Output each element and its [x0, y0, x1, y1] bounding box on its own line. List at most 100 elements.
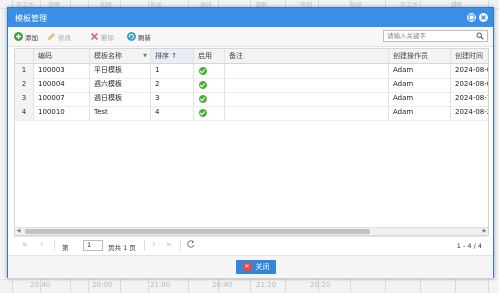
refresh-icon	[127, 32, 136, 41]
template-manager-dialog: 模板管理 添加 修改 删除 刷新 请输入关键字 编码 模板名称 ▼ 排序 ↑ 启…	[7, 7, 494, 278]
header-sort-label: 排序	[155, 52, 169, 60]
table-row[interactable]: 1 100003 平日模板 1 Adam 2024-08-02 09	[15, 64, 488, 79]
row-number: 3	[15, 92, 34, 106]
header-remark[interactable]: 备注	[225, 49, 389, 63]
row-number: 4	[15, 106, 34, 120]
cell-name: 平日模板	[90, 64, 151, 78]
cell-operator: Adam	[389, 106, 451, 120]
cell-operator: Adam	[389, 92, 451, 106]
first-page-icon[interactable]: «	[22, 240, 28, 250]
cell-name: 週日模板	[90, 92, 151, 106]
cell-operator: Adam	[389, 78, 451, 92]
header-code[interactable]: 编码	[34, 49, 90, 63]
cell-code: 100007	[34, 92, 90, 106]
table-header: 编码 模板名称 ▼ 排序 ↑ 启用 备注 创建操作员 创建时间	[15, 49, 488, 64]
cell-sort: 3	[151, 92, 194, 106]
cell-created-time: 2024-08-02 10	[451, 78, 488, 92]
header-operator[interactable]: 创建操作员	[389, 49, 451, 63]
reload-icon[interactable]	[186, 239, 196, 252]
enabled-check-icon	[199, 81, 207, 89]
horizontal-scrollbar[interactable]: ◀ ▶	[15, 227, 488, 235]
cell-sort: 2	[151, 78, 194, 92]
header-name-label: 模板名称	[94, 52, 122, 60]
table-row[interactable]: 2 100004 週六模板 2 Adam 2024-08-02 10	[15, 78, 488, 93]
cell-created-time: 2024-08-20 20	[451, 106, 488, 120]
add-button[interactable]: 添加	[14, 31, 38, 42]
delete-label: 删除	[101, 33, 114, 42]
page-label: 第	[62, 244, 69, 252]
divider	[180, 240, 181, 251]
row-number: 2	[15, 78, 34, 92]
scroll-left-icon[interactable]: ◀	[15, 228, 22, 235]
bg-time: 21:00	[150, 281, 171, 289]
scroll-right-icon[interactable]: ▶	[481, 228, 488, 235]
header-created-time[interactable]: 创建时间	[451, 49, 488, 63]
cell-enabled	[194, 64, 225, 78]
page-count-label: 页共 1 页	[108, 244, 136, 252]
cell-code: 100003	[34, 64, 90, 78]
enabled-check-icon	[199, 67, 207, 75]
background-times: 20:40 20:00 21:00 20:40 21:20 20:20	[0, 281, 499, 293]
dropdown-icon[interactable]: ▼	[143, 49, 147, 63]
pencil-icon	[47, 32, 56, 41]
refresh-label: 刷新	[138, 33, 151, 42]
pagination-bar: « ‹ 第 1 页共 1 页 › » 1 - 4 / 4	[14, 236, 487, 254]
cell-remark	[225, 106, 389, 120]
delete-button[interactable]: 删除	[90, 31, 114, 42]
add-label: 添加	[25, 33, 38, 42]
delete-icon	[90, 32, 99, 41]
search-box	[383, 30, 488, 42]
dialog-titlebar: 模板管理	[8, 8, 493, 27]
search-icon[interactable]	[476, 32, 484, 40]
header-name[interactable]: 模板名称 ▼	[90, 49, 151, 63]
cell-created-time: 2024-08-16 15	[451, 92, 488, 106]
page-summary: 1 - 4 / 4	[456, 242, 482, 250]
enabled-check-icon	[199, 109, 207, 117]
close-button[interactable]: ✕ 关闭	[236, 260, 276, 274]
cell-sort: 1	[151, 64, 194, 78]
dialog-footer: ✕ 关闭	[8, 255, 493, 278]
search-input[interactable]	[387, 31, 471, 41]
edit-button[interactable]: 修改	[47, 31, 71, 42]
row-number: 1	[15, 64, 34, 78]
cell-name: Test	[90, 106, 151, 120]
header-rownum	[15, 49, 34, 63]
close-button-label: 关闭	[255, 263, 270, 271]
close-icon[interactable]	[479, 13, 488, 22]
cell-created-time: 2024-08-02 09	[451, 64, 488, 78]
table-row[interactable]: 4 100010 Test 4 Adam 2024-08-20 20	[15, 106, 488, 121]
dialog-title: 模板管理	[15, 14, 47, 23]
divider	[54, 240, 55, 251]
plus-icon	[14, 32, 23, 41]
cell-enabled	[194, 106, 225, 120]
bg-time: 20:00	[92, 281, 113, 289]
cell-name: 週六模板	[90, 78, 151, 92]
cell-remark	[225, 78, 389, 92]
close-x-icon: ✕	[242, 263, 252, 271]
bg-time: 20:40	[30, 281, 51, 289]
refresh-button[interactable]: 刷新	[127, 31, 151, 42]
next-page-icon[interactable]: ›	[152, 240, 156, 250]
cell-remark	[225, 92, 389, 106]
divider	[144, 240, 145, 251]
template-table: 编码 模板名称 ▼ 排序 ↑ 启用 备注 创建操作员 创建时间 1 100003…	[14, 48, 489, 236]
sort-asc-icon: ↑	[171, 52, 178, 60]
cell-code: 100004	[34, 78, 90, 92]
header-sort[interactable]: 排序 ↑	[151, 49, 194, 63]
bg-time: 21:20	[256, 281, 277, 289]
cell-remark	[225, 64, 389, 78]
cell-enabled	[194, 92, 225, 106]
bg-time: 20:20	[310, 281, 331, 289]
header-enabled[interactable]: 启用	[194, 49, 225, 63]
page-number-input[interactable]: 1	[83, 240, 103, 251]
cell-code: 100010	[34, 106, 90, 120]
table-row[interactable]: 3 100007 週日模板 3 Adam 2024-08-16 15	[15, 92, 488, 107]
last-page-icon[interactable]: »	[166, 240, 172, 250]
prev-page-icon[interactable]: ‹	[40, 240, 44, 250]
restore-icon[interactable]	[467, 13, 476, 22]
bg-time: 20:40	[212, 281, 233, 289]
scrollbar-thumb[interactable]	[25, 229, 370, 234]
toolbar: 添加 修改 删除 刷新	[8, 27, 493, 47]
edit-label: 修改	[58, 33, 71, 42]
cell-operator: Adam	[389, 64, 451, 78]
